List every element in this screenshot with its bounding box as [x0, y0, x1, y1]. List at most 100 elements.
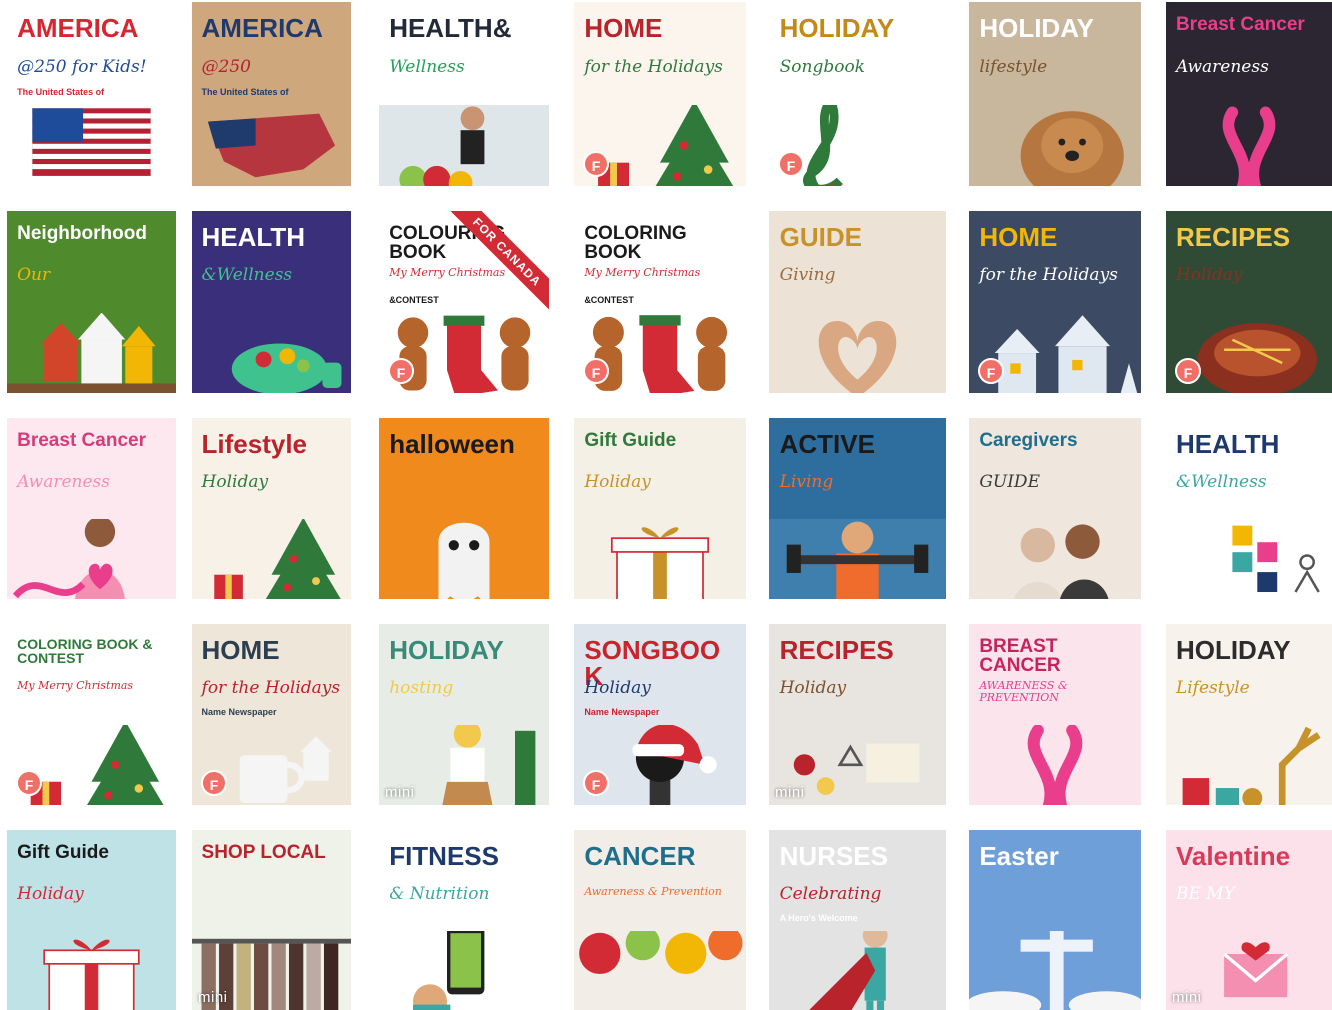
tile-title: HEALTH& — [389, 12, 512, 43]
template-tile-holiday-songbook-1[interactable]: HOLIDAY Songbook F — [769, 2, 946, 186]
tile-title: HEALTH — [1175, 428, 1280, 459]
tile-title: HOME — [979, 221, 1058, 252]
tile-subtitle: BE MY — [1175, 883, 1235, 904]
template-tile-holiday-recipes-1[interactable]: RECIPES Holiday F — [1166, 211, 1332, 393]
houses-icon — [7, 312, 176, 393]
free-badge: F — [583, 151, 609, 177]
tile-title: FITNESS — [389, 840, 499, 871]
free-badge: F — [16, 770, 42, 796]
template-tile-breast-cancer-3[interactable]: BREAST CANCER AWARENESS & PREVENTION — [969, 624, 1141, 805]
cross-icon — [969, 930, 1141, 1010]
template-tile-colouring-canada[interactable]: COLOURING BOOK My Merry Christmas &CONTEST… — [379, 211, 549, 393]
tile-subtitle: Giving — [779, 265, 836, 286]
template-tile-breast-cancer-2[interactable]: Breast Cancer Awareness — [7, 418, 176, 599]
template-tile-holiday-lifestyle-2[interactable]: Lifestyle Holiday — [192, 418, 351, 599]
vegetables-icon — [574, 930, 746, 1010]
template-tile-holiday-recipes-2[interactable]: RECIPES Holiday mini — [769, 624, 946, 805]
tile-kicker: Name Newspaper — [201, 707, 277, 718]
template-tile-celebrating-nurses[interactable]: NURSES Celebrating A Hero's Welcome — [769, 830, 946, 1010]
tile-subtitle: & Nutrition — [389, 883, 490, 904]
mini-label: mini — [198, 989, 228, 1006]
gift-box-icon — [574, 519, 746, 599]
template-tile-america250-kids[interactable]: AMERICA @250 for Kids! The United States o… — [7, 2, 176, 186]
tile-subtitle: Holiday — [17, 883, 84, 904]
tile-kicker: A Hero's Welcome — [779, 912, 858, 923]
template-tile-cancer-awareness[interactable]: CANCER Awareness & Prevention — [574, 830, 746, 1010]
tile-subtitle: for the Holidays — [201, 678, 341, 699]
tile-subtitle: Holiday — [779, 678, 847, 699]
template-tile-holiday-songbook-2[interactable]: SONGBOOK Holiday Name Newspaper F — [574, 624, 746, 805]
tile-subtitle: GUIDE — [979, 472, 1040, 493]
tile-subtitle: for the Holidays — [584, 57, 723, 78]
gift-box-icon — [7, 931, 176, 1010]
template-tile-be-my-valentine[interactable]: Valentine BE MY mini — [1166, 830, 1332, 1010]
tile-title: Gift Guide — [584, 429, 677, 451]
tile-subtitle: &Wellness — [201, 265, 293, 286]
tile-title: Breast Cancer — [17, 429, 146, 451]
reindeer-icon — [1166, 725, 1332, 805]
tile-title: Valentine — [1175, 840, 1291, 871]
template-tile-holiday-hosting[interactable]: HOLIDAY hosting mini — [379, 624, 549, 805]
template-tile-coloring-contest[interactable]: COLORING BOOK & CONTEST My Merry Christma… — [7, 624, 176, 805]
free-badge: F — [201, 770, 227, 796]
tile-kicker: &CONTEST — [389, 294, 439, 305]
template-tile-health-wellness-3[interactable]: HEALTH &Wellness — [1166, 418, 1332, 599]
tile-subtitle: Living — [779, 472, 834, 493]
tile-title: HOLIDAY — [779, 12, 895, 43]
mini-label: mini — [775, 784, 805, 801]
tile-subtitle: lifestyle — [979, 57, 1048, 78]
usa-map-icon — [192, 105, 351, 186]
tile-title: halloween — [389, 428, 515, 459]
tile-title: NURSES — [779, 840, 888, 871]
tile-subtitle: @250 — [201, 57, 251, 78]
template-tile-fitness-nutrition[interactable]: FITNESS & Nutrition — [379, 830, 549, 1010]
tile-title: HOME — [201, 634, 280, 665]
tile-subtitle: Holiday — [584, 678, 651, 699]
phone-workout-icon — [379, 930, 549, 1010]
flag-usa-icon — [7, 105, 176, 186]
template-tile-giving-guide[interactable]: GUIDE Giving — [769, 211, 946, 393]
template-tile-our-neighborhood[interactable]: Neighborhood Our — [7, 211, 176, 393]
tile-title: COLORING BOOK & CONTEST — [17, 635, 153, 666]
tile-subtitle: Holiday — [584, 472, 651, 493]
template-gallery: AMERICA @250 for Kids! The United States o… — [0, 0, 1332, 1010]
nurse-hero-icon — [769, 930, 946, 1010]
tile-title: AMERICA — [17, 12, 139, 43]
template-tile-active-living[interactable]: ACTIVE Living — [769, 418, 946, 599]
template-tile-halloween[interactable]: halloween — [379, 418, 549, 599]
template-tile-shop-local[interactable]: SHOP LOCAL mini — [192, 830, 351, 1010]
tile-subtitle: &Wellness — [1175, 472, 1267, 493]
tile-title: Easter — [979, 840, 1059, 871]
template-tile-breast-cancer-1[interactable]: Breast Cancer Awareness — [1166, 2, 1332, 186]
ghost-icon — [379, 519, 549, 599]
tile-title: HOME — [584, 12, 663, 43]
template-tile-holiday-lifestyle-3[interactable]: HOLIDAY Lifestyle — [1166, 624, 1332, 805]
template-tile-colouring-book[interactable]: COLORING BOOK My Merry Christmas &CONTEST … — [574, 211, 746, 393]
template-tile-holiday-gift-guide-1[interactable]: Gift Guide Holiday — [574, 418, 746, 599]
tile-title: Caregivers — [979, 429, 1078, 451]
template-tile-easter[interactable]: Easter — [969, 830, 1141, 1010]
dumbbell-icon — [769, 519, 946, 599]
woman-heart-icon — [7, 519, 176, 599]
free-badge: F — [1175, 358, 1201, 384]
template-tile-holiday-lifestyle-1[interactable]: HOLIDAY lifestyle — [969, 2, 1141, 186]
free-badge: F — [978, 358, 1004, 384]
template-tile-america250[interactable]: AMERICA @250 The United States of — [192, 2, 351, 186]
template-tile-home-holidays-3[interactable]: HOME for the Holidays Name Newspaper F — [192, 624, 351, 805]
free-badge: F — [778, 151, 804, 177]
yoga-figure-icon — [1166, 519, 1332, 599]
template-tile-caregivers-guide[interactable]: Caregivers GUIDE — [969, 418, 1141, 599]
template-tile-home-holidays-1[interactable]: HOME for the Holidays F — [574, 2, 746, 186]
tile-subtitle: Songbook — [779, 57, 865, 78]
tile-title: BREAST CANCER — [979, 635, 1061, 677]
free-badge: F — [388, 358, 414, 384]
template-tile-home-holidays-2[interactable]: HOME for the Holidays F — [969, 211, 1141, 393]
mini-label: mini — [385, 784, 415, 801]
template-tile-health-wellness-1[interactable]: HEALTH& Wellness — [379, 2, 549, 186]
tile-subtitle: My Merry Christmas — [17, 679, 134, 693]
template-tile-holiday-gift-guide-2[interactable]: Gift Guide Holiday — [7, 830, 176, 1010]
tile-title: HEALTH — [201, 221, 306, 252]
dog-photo-icon — [969, 105, 1141, 186]
template-tile-health-wellness-2[interactable]: HEALTH &Wellness — [192, 211, 351, 393]
free-badge: F — [583, 358, 609, 384]
